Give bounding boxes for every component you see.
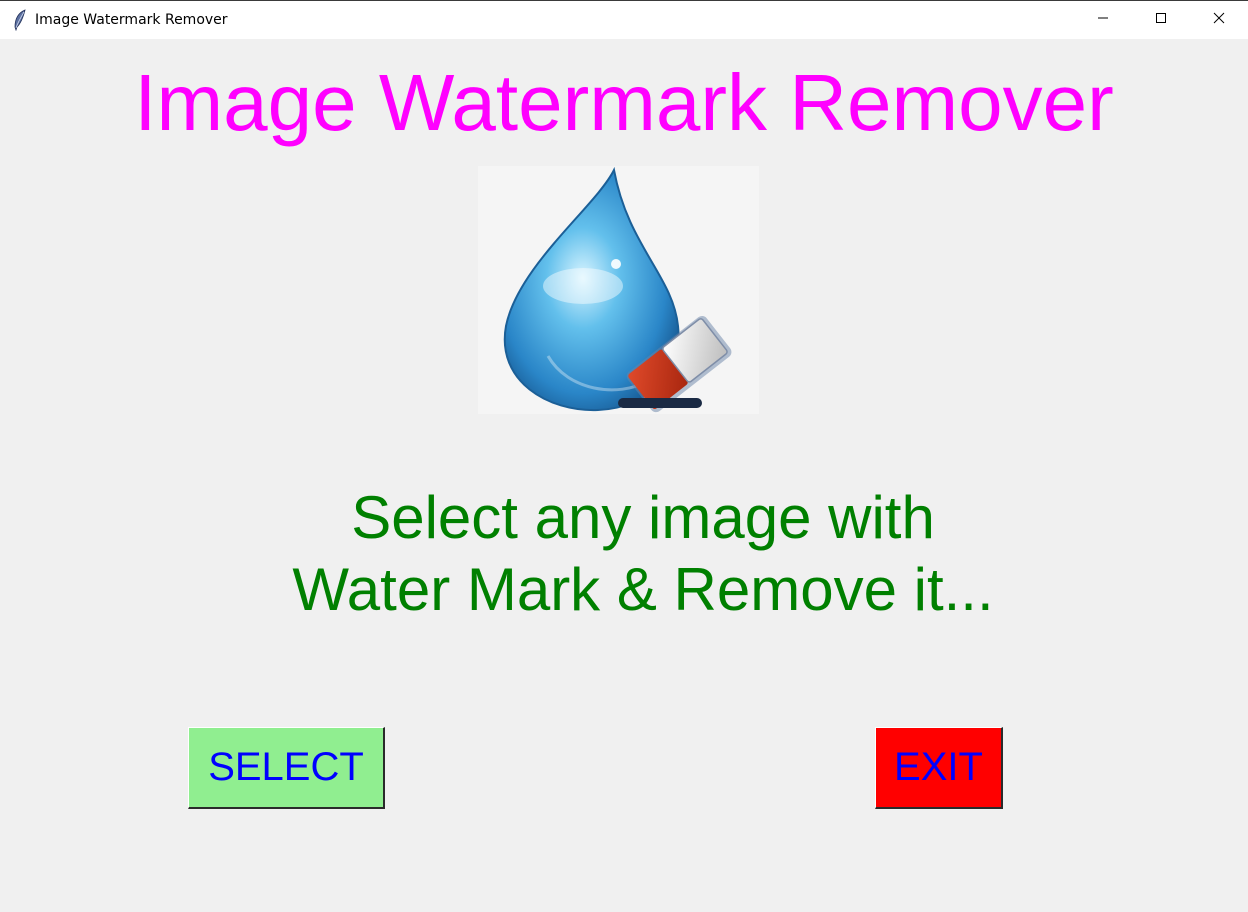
window-title: Image Watermark Remover (35, 12, 228, 28)
close-button[interactable] (1196, 1, 1242, 39)
app-window: Image Watermark Remover Image Watermark … (0, 0, 1248, 912)
maximize-icon (1155, 11, 1167, 29)
app-heading: Image Watermark Remover (134, 58, 1114, 147)
select-button[interactable]: SELECT (188, 727, 385, 809)
maximize-button[interactable] (1138, 1, 1184, 39)
water-drop-eraser-icon (478, 166, 759, 414)
feather-icon (12, 9, 28, 32)
title-bar[interactable]: Image Watermark Remover (0, 0, 1248, 39)
minimize-icon (1097, 11, 1109, 29)
exit-button[interactable]: EXIT (875, 727, 1003, 809)
instruction-line-1: Select any image with (351, 484, 935, 551)
instruction-text: Select any image with Water Mark & Remov… (0, 482, 1248, 626)
close-icon (1213, 11, 1225, 29)
minimize-button[interactable] (1080, 1, 1126, 39)
instruction-line-2: Water Mark & Remove it... (292, 556, 994, 623)
